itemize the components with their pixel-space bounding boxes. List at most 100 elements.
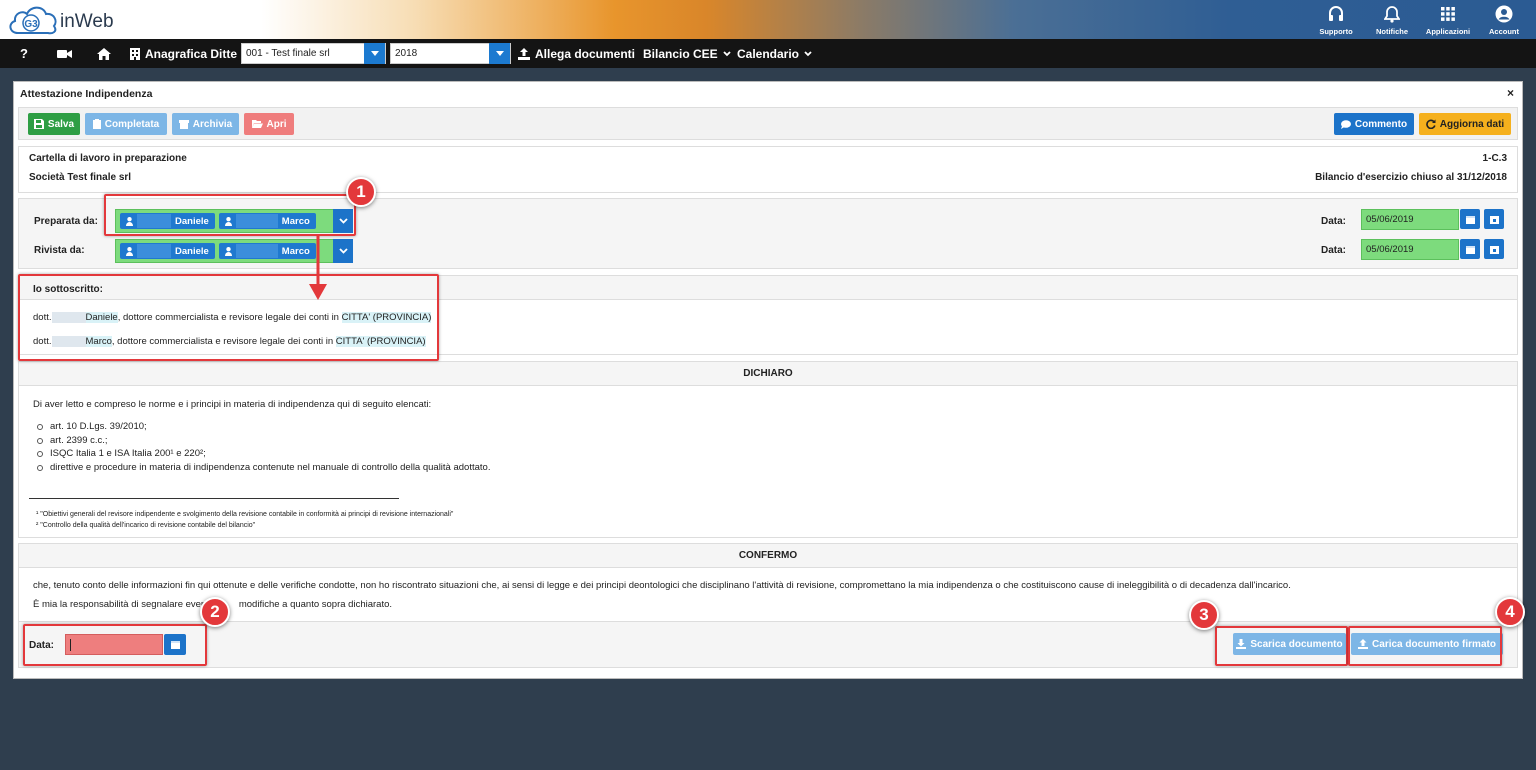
rivista-data-label: Data: — [1321, 245, 1347, 256]
preparata-today-button[interactable] — [1484, 209, 1504, 229]
panel-title: Attestazione Indipendenza — [20, 88, 153, 100]
attestazione-panel: Attestazione Indipendenza × Salva Comple… — [13, 81, 1523, 679]
folder-open-icon — [251, 120, 263, 128]
bilancio-cee-label: Bilancio CEE — [643, 46, 718, 61]
callout-box-3 — [1215, 626, 1348, 666]
comment-icon — [1340, 119, 1351, 129]
bilancio-cee-menu[interactable]: Bilancio CEE — [643, 47, 731, 61]
main-navbar: ? Anagrafica Ditte 001 - Test finale srl… — [0, 39, 1536, 68]
video-button[interactable] — [57, 49, 72, 59]
completata-label: Completata — [104, 118, 160, 130]
user-icon — [224, 246, 232, 256]
allega-documenti-menu[interactable]: Allega documenti — [518, 47, 635, 61]
rivista-today-button[interactable] — [1484, 239, 1504, 259]
callout-box-1 — [104, 194, 356, 236]
supporto-label: Supporto — [1319, 27, 1353, 36]
company-select[interactable]: 001 - Test finale srl — [241, 43, 386, 64]
redacted-surname — [235, 244, 278, 258]
chevron-down-icon — [338, 248, 348, 254]
footnote-2: ² "Controllo della qualità dell'incarico… — [36, 522, 256, 529]
year-select-dropdown[interactable] — [489, 43, 510, 64]
completata-button[interactable]: Completata — [85, 113, 167, 135]
archivia-button[interactable]: Archivia — [172, 113, 239, 135]
dichiaro-section: DICHIARO Di aver letto e compreso le nor… — [18, 361, 1518, 538]
salva-label: Salva — [47, 118, 75, 130]
home-button[interactable] — [97, 47, 111, 60]
g3-cloud-logo: G3 — [9, 6, 57, 35]
building-icon — [130, 47, 140, 60]
calendar-check-icon — [1489, 215, 1499, 224]
archivia-label: Archivia — [192, 118, 233, 130]
headset-icon — [1329, 6, 1343, 21]
company-select-value: 001 - Test finale srl — [246, 48, 330, 59]
chevron-down-icon — [804, 50, 812, 56]
applicazioni-label: Applicazioni — [1425, 27, 1471, 36]
rivista-users-field[interactable]: Daniele Marco — [115, 239, 335, 263]
company-select-dropdown[interactable] — [364, 43, 385, 64]
list-item: ISQC Italia 1 e ISA Italia 200¹ e 220²; — [33, 447, 490, 461]
user-chip[interactable]: Daniele — [120, 243, 215, 259]
dichiaro-list: art. 10 D.Lgs. 39/2010; art. 2399 c.c.; … — [33, 420, 490, 474]
upload-icon — [518, 47, 530, 60]
redacted-surname — [137, 244, 171, 258]
user-chip[interactable]: Marco — [218, 243, 316, 259]
logo-mark: G3 — [24, 19, 38, 30]
confermo-heading: CONFERMO — [19, 544, 1517, 568]
callout-badge-1: 1 — [346, 177, 376, 207]
code-text: 1-C.3 — [1482, 153, 1507, 164]
calendario-menu[interactable]: Calendario — [737, 47, 812, 61]
preparata-date-input[interactable]: 05/06/2019 — [1361, 209, 1459, 230]
callout-badge-4: 4 — [1495, 597, 1525, 627]
apri-button[interactable]: Apri — [244, 113, 294, 135]
supporto-button[interactable]: Supporto — [1308, 3, 1364, 36]
preparata-calendar-button[interactable] — [1460, 209, 1480, 229]
callout-box-4 — [1348, 626, 1502, 666]
refresh-icon — [1425, 119, 1436, 129]
rivista-date-input[interactable]: 05/06/2019 — [1361, 239, 1459, 260]
year-select-value: 2018 — [395, 48, 418, 59]
year-select[interactable]: 2018 — [390, 43, 511, 64]
list-item: direttive e procedure in materia di indi… — [33, 461, 490, 475]
calendario-label: Calendario — [737, 46, 800, 61]
anagrafica-ditte-label: Anagrafica Ditte — [145, 46, 238, 61]
user-icon — [126, 246, 133, 256]
callout-box-sottoscritto — [18, 274, 439, 361]
notifiche-button[interactable]: Notifiche — [1364, 3, 1420, 36]
home-icon — [97, 47, 111, 60]
save-icon — [33, 119, 44, 129]
footnote-divider — [29, 498, 399, 499]
help-button[interactable]: ? — [20, 46, 28, 61]
app-header: G3 inWeb Supporto Notifiche Applicazioni… — [0, 0, 1536, 39]
app-name: inWeb — [60, 11, 114, 32]
calendar-icon — [1465, 215, 1475, 224]
close-icon[interactable]: × — [1507, 86, 1514, 100]
company-text: Società Test finale srl — [29, 172, 132, 183]
salva-button[interactable]: Salva — [28, 113, 80, 135]
dichiaro-intro: Di aver letto e compreso le norme e i pr… — [33, 399, 432, 410]
applicazioni-button[interactable]: Applicazioni — [1420, 3, 1476, 36]
archive-icon — [178, 119, 189, 129]
account-button[interactable]: Account — [1476, 3, 1532, 36]
aggiorna-dati-button[interactable]: Aggiorna dati — [1419, 113, 1511, 135]
rivista-dropdown[interactable] — [333, 239, 353, 263]
caret-down-icon — [370, 51, 379, 56]
caret-down-icon — [495, 51, 504, 56]
callout-box-2 — [23, 624, 207, 666]
dichiaro-heading: DICHIARO — [19, 362, 1517, 386]
notifiche-label: Notifiche — [1375, 27, 1409, 36]
rivista-calendar-button[interactable] — [1460, 239, 1480, 259]
callout-arrow — [309, 236, 327, 300]
preparata-label: Preparata da: — [34, 216, 98, 227]
video-camera-icon — [57, 49, 72, 58]
apri-label: Apri — [266, 118, 287, 130]
user-name: Daniele — [175, 245, 209, 257]
account-label: Account — [1489, 27, 1519, 36]
confermo-line-1: che, tenuto conto delle informazioni fin… — [33, 580, 1291, 591]
callout-badge-3: 3 — [1189, 600, 1219, 630]
info-section: Cartella di lavoro in preparazione 1-C.3… — [18, 146, 1518, 193]
allega-documenti-label: Allega documenti — [535, 46, 636, 61]
anagrafica-ditte-menu[interactable]: Anagrafica Ditte — [130, 47, 237, 61]
list-item: art. 10 D.Lgs. 39/2010; — [33, 420, 490, 434]
commento-button[interactable]: Commento — [1334, 113, 1414, 135]
calendar-icon — [1465, 245, 1475, 254]
